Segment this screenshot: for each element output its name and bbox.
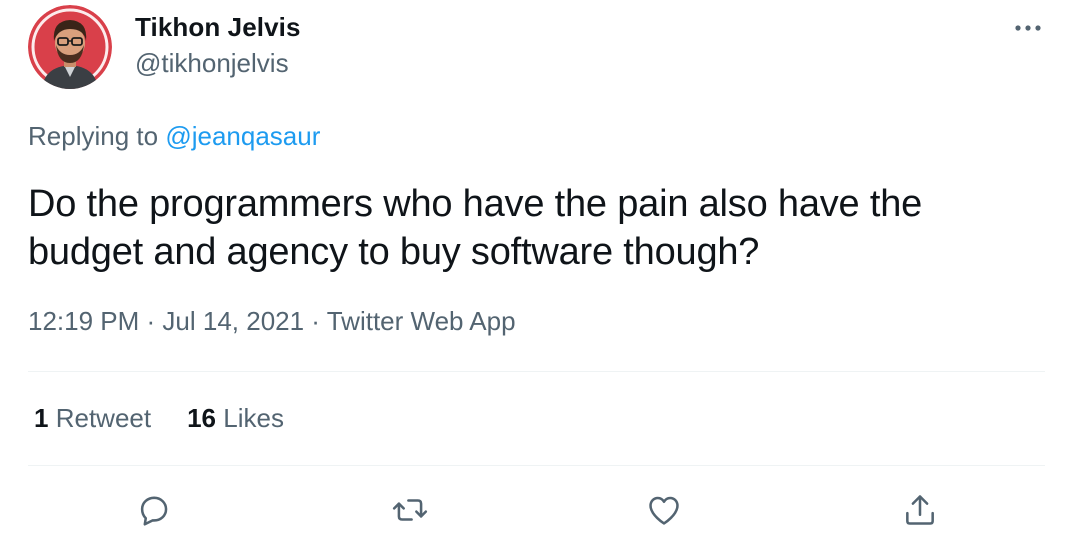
share-button[interactable] [898, 488, 942, 532]
divider [28, 371, 1045, 372]
avatar[interactable] [28, 5, 112, 89]
reply-icon [140, 496, 168, 526]
author-name[interactable]: Tikhon Jelvis [135, 12, 301, 43]
tweet-stats: 1 Retweet 16 Likes [34, 403, 284, 434]
author-handle[interactable]: @tikhonjelvis [135, 48, 289, 79]
meta-separator: · [304, 306, 327, 336]
like-button[interactable] [642, 488, 686, 532]
reply-button[interactable] [132, 488, 176, 532]
likes-stat[interactable]: 16 Likes [187, 403, 284, 434]
tweet-date[interactable]: Jul 14, 2021 [162, 306, 304, 336]
likes-label: Likes [223, 403, 284, 433]
more-icon [1015, 25, 1041, 31]
retweet-icon [392, 499, 428, 521]
retweets-count: 1 [34, 403, 49, 433]
tweet-text: Do the programmers who have the pain als… [28, 183, 923, 273]
avatar-image [28, 5, 112, 89]
retweets-label: Retweet [55, 403, 152, 433]
meta-separator: · [139, 306, 163, 336]
share-icon [906, 495, 934, 525]
tweet-time[interactable]: 12:19 PM [28, 306, 139, 336]
replying-to: Replying to @jeanqasaur [28, 121, 320, 152]
divider [28, 465, 1045, 466]
action-bar [0, 488, 1075, 532]
tweet-meta: 12:19 PM · Jul 14, 2021 · Twitter Web Ap… [28, 306, 516, 337]
more-options-button[interactable] [1008, 10, 1048, 46]
like-icon [649, 496, 679, 525]
retweets-stat[interactable]: 1 Retweet [34, 403, 151, 434]
tweet-source[interactable]: Twitter Web App [327, 306, 516, 336]
reply-mention-link[interactable]: @jeanqasaur [165, 121, 320, 151]
likes-count: 16 [187, 403, 217, 433]
replying-to-label: Replying to [28, 121, 159, 151]
retweet-button[interactable] [388, 488, 432, 532]
